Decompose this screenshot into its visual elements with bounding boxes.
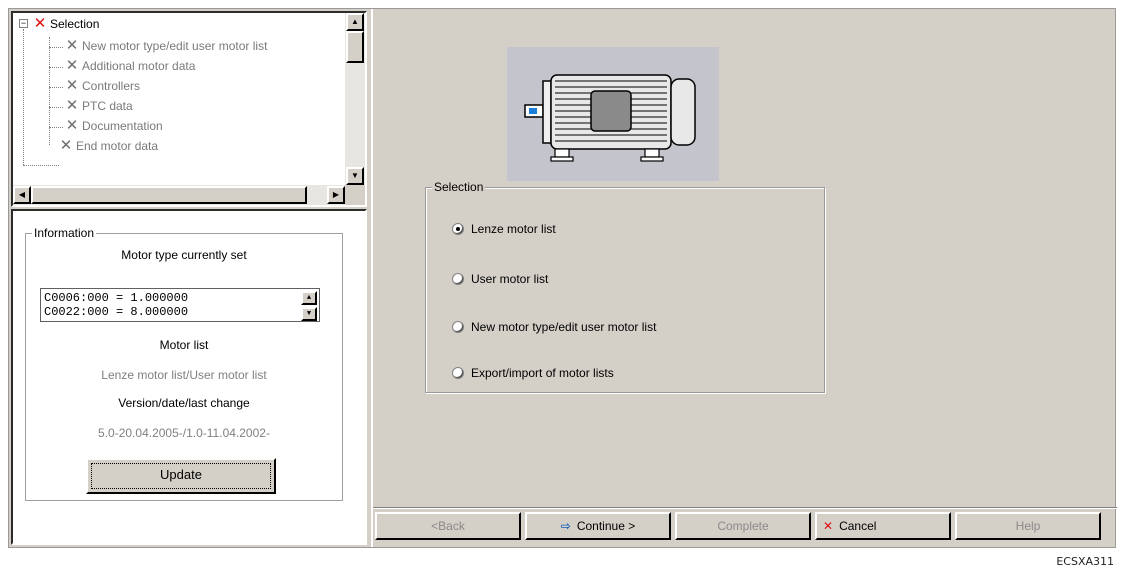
- scrollbar-corner: [345, 185, 365, 205]
- help-label: Help: [1015, 519, 1041, 533]
- information-panel: Information Motor type currently set C00…: [11, 209, 367, 545]
- navigation-tree[interactable]: − ✕ Selection ✕ New motor type/edit user m…: [11, 11, 367, 207]
- tree-item-additional-motor-data[interactable]: ✕ Additional motor data: [65, 57, 196, 75]
- tree-vertical-scrollbar[interactable]: ▲ ▼: [345, 13, 365, 185]
- help-button[interactable]: Help: [955, 512, 1101, 540]
- radio-lenze-motor-list[interactable]: Lenze motor list: [452, 220, 556, 238]
- x-red-icon: ✕: [33, 15, 47, 32]
- scroll-up-button[interactable]: ▲: [346, 13, 364, 31]
- x-gray-icon: ✕: [59, 137, 73, 154]
- x-gray-icon: ✕: [65, 97, 79, 114]
- wizard-button-bar: <Back ⇨ Continue > Complete ✕ Cancel Help: [373, 507, 1117, 547]
- complete-button[interactable]: Complete: [675, 512, 811, 540]
- radio-label: New motor type/edit user motor list: [471, 320, 657, 334]
- tree-item-controllers[interactable]: ✕ Controllers: [65, 77, 140, 95]
- scroll-up-button[interactable]: ▲: [301, 291, 317, 305]
- scroll-left-button[interactable]: ◀: [13, 186, 31, 204]
- information-group: Information Motor type currently set C00…: [25, 226, 343, 501]
- tree-item-end-motor-data[interactable]: ✕ End motor data: [59, 137, 158, 155]
- selection-group: Selection Lenze motor list User motor li…: [425, 180, 825, 393]
- x-gray-icon: ✕: [65, 117, 79, 134]
- continue-button[interactable]: ⇨ Continue >: [525, 512, 671, 540]
- x-red-icon: ✕: [823, 519, 834, 533]
- radio-label: User motor list: [471, 272, 549, 286]
- figure-caption: ECSXA311: [1056, 555, 1114, 568]
- x-gray-icon: ✕: [65, 37, 79, 54]
- tree-item-selection[interactable]: ✕ Selection: [33, 15, 100, 33]
- tree-item-ptc-data[interactable]: ✕ PTC data: [65, 97, 133, 115]
- arrow-right-icon: ⇨: [560, 519, 571, 533]
- tree-content: − ✕ Selection ✕ New motor type/edit user m…: [13, 13, 345, 185]
- wizard-window: − ✕ Selection ✕ New motor type/edit user m…: [8, 8, 1117, 548]
- radio-label: Lenze motor list: [471, 222, 556, 236]
- version-value: 5.0-20.04.2005-/1.0-11.04.2002-: [98, 426, 270, 440]
- radio-unchecked-icon[interactable]: [452, 367, 464, 379]
- tree-item-documentation[interactable]: ✕ Documentation: [65, 117, 163, 135]
- version-heading: Version/date/last change: [118, 396, 250, 410]
- continue-label: Continue >: [576, 519, 636, 533]
- radio-unchecked-icon[interactable]: [452, 273, 464, 285]
- motor-icon: [524, 74, 696, 162]
- tree-horizontal-scrollbar[interactable]: ◀ ▶: [13, 185, 345, 205]
- radio-checked-icon[interactable]: [452, 223, 464, 235]
- scroll-thumb[interactable]: [31, 186, 307, 204]
- tree-item-new-motor-type[interactable]: ✕ New motor type/edit user motor list: [65, 37, 268, 55]
- selection-legend: Selection: [432, 180, 486, 194]
- radio-new-motor-type[interactable]: New motor type/edit user motor list: [452, 318, 656, 336]
- motor-type-heading: Motor type currently set: [121, 248, 247, 262]
- motor-list-heading: Motor list: [159, 338, 209, 352]
- radio-unchecked-icon[interactable]: [452, 321, 464, 333]
- code-line: C0006:000 = 1.000000: [44, 291, 189, 305]
- radio-label: Export/import of motor lists: [471, 366, 614, 380]
- cancel-button[interactable]: ✕ Cancel: [815, 512, 951, 540]
- scroll-right-button[interactable]: ▶: [327, 186, 345, 204]
- code-list-scrollbar[interactable]: ▲ ▼: [301, 291, 317, 321]
- scroll-down-button[interactable]: ▼: [301, 307, 317, 321]
- back-label: <Back: [431, 519, 465, 533]
- cancel-label: Cancel: [839, 519, 877, 533]
- motor-list-value: Lenze motor list/User motor list: [101, 368, 267, 382]
- scroll-down-button[interactable]: ▼: [346, 167, 364, 185]
- code-line: C0022:000 = 8.000000: [44, 305, 189, 319]
- back-button[interactable]: <Back: [375, 512, 521, 540]
- scroll-thumb[interactable]: [346, 31, 364, 63]
- tree-collapse-toggle[interactable]: −: [19, 19, 28, 28]
- wizard-content: Selection Lenze motor list User motor li…: [371, 9, 1117, 547]
- x-gray-icon: ✕: [65, 77, 79, 94]
- x-gray-icon: ✕: [65, 57, 79, 74]
- left-panel: − ✕ Selection ✕ New motor type/edit user m…: [9, 9, 369, 547]
- motor-illustration: [507, 47, 719, 181]
- information-legend: Information: [32, 226, 97, 240]
- update-button[interactable]: Update: [86, 458, 276, 494]
- radio-export-import[interactable]: Export/import of motor lists: [452, 364, 614, 382]
- radio-user-motor-list[interactable]: User motor list: [452, 270, 548, 288]
- motor-code-list[interactable]: C0006:000 = 1.000000 C0022:000 = 8.00000…: [40, 288, 320, 322]
- complete-label: Complete: [717, 519, 769, 533]
